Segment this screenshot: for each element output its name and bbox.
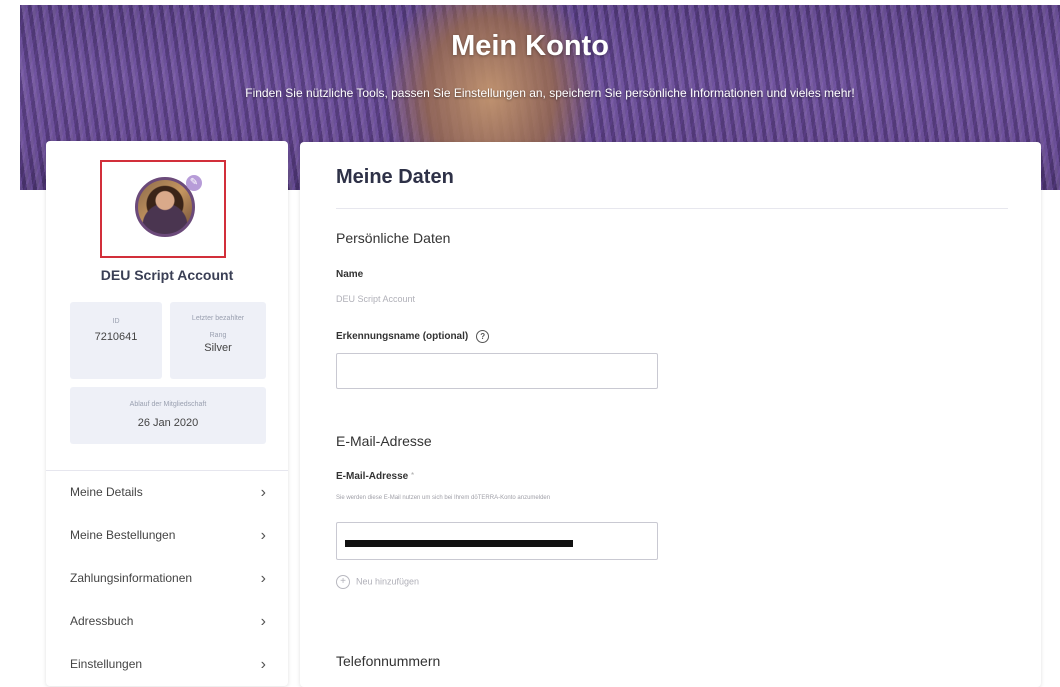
divider — [336, 208, 1008, 209]
edit-icon[interactable]: ✎ — [186, 175, 202, 191]
sidebar-item-meine-details[interactable]: Meine Details › — [46, 471, 288, 514]
required-mark: * — [411, 471, 415, 480]
section-title: Meine Daten — [336, 166, 454, 188]
email-heading: E-Mail-Adresse — [336, 433, 432, 449]
account-menu: Meine Details › Meine Bestellungen › Zah… — [46, 470, 288, 686]
id-label: ID — [112, 318, 120, 325]
sidebar-item-einstellungen[interactable]: Einstellungen › — [46, 643, 288, 686]
email-label-text: E-Mail-Adresse — [336, 471, 409, 482]
expiry-value: 26 Jan 2020 — [137, 417, 199, 429]
chevron-right-icon: › — [260, 527, 266, 544]
phone-heading: Telefonnummern — [336, 653, 441, 669]
email-label: E-Mail-Adresse * — [336, 471, 414, 482]
expiry-label: Ablauf der Mitgliedschaft — [129, 401, 207, 408]
sidebar-item-meine-bestellungen[interactable]: Meine Bestellungen › — [46, 514, 288, 557]
personal-data-heading: Persönliche Daten — [336, 230, 451, 246]
sidebar-item-label: Zahlungsinformationen — [70, 571, 193, 585]
sidebar-item-adressbuch[interactable]: Adressbuch › — [46, 600, 288, 643]
email-field[interactable] — [336, 522, 658, 560]
sidebar-item-label: Adressbuch — [70, 614, 134, 628]
rank-value: Silver — [204, 342, 232, 354]
sidebar-item-label: Einstellungen — [70, 657, 143, 671]
nickname-label-text: Erkennungsname (optional) — [336, 331, 469, 343]
my-data-card: Meine Daten Persönliche Daten Name DEU S… — [300, 142, 1041, 687]
redacted-email — [345, 540, 573, 547]
id-box: ID 7210641 — [70, 302, 162, 379]
rank-label-2: Rang — [209, 332, 227, 339]
name-value: DEU Script Account — [336, 294, 416, 304]
expiry-box: Ablauf der Mitgliedschaft 26 Jan 2020 — [70, 387, 266, 444]
chevron-right-icon: › — [260, 484, 266, 501]
chevron-right-icon: › — [260, 570, 266, 587]
nickname-input[interactable] — [336, 353, 658, 389]
nickname-label: Erkennungsname (optional)? — [336, 330, 490, 343]
sidebar-item-label: Meine Details — [70, 485, 143, 499]
page-title: Mein Konto — [451, 30, 609, 62]
rank-label-1: Letzter bezahlter — [191, 315, 245, 322]
account-name: DEU Script Account — [100, 267, 234, 283]
name-label: Name — [336, 269, 364, 280]
rank-box: Letzter bezahlter Rang Silver — [170, 302, 266, 379]
sidebar-item-label: Meine Bestellungen — [70, 528, 176, 542]
avatar-highlight: ✎ — [100, 160, 226, 258]
help-icon[interactable]: ? — [476, 330, 490, 343]
email-hint: Sie werden diese E-Mail nutzen um sich b… — [336, 495, 551, 501]
add-email-label: Neu hinzufügen — [356, 576, 420, 587]
chevron-right-icon: › — [260, 656, 266, 673]
id-value: 7210641 — [94, 331, 138, 343]
page-subtitle: Finden Sie nützliche Tools, passen Sie E… — [245, 86, 855, 100]
chevron-right-icon: › — [260, 613, 266, 630]
profile-card: ✎ DEU Script Account ID 7210641 Letzter … — [46, 141, 288, 686]
plus-circle-icon: + — [336, 575, 350, 589]
sidebar-item-zahlungsinformationen[interactable]: Zahlungsinformationen › — [46, 557, 288, 600]
add-email-link[interactable]: + Neu hinzufügen — [336, 575, 419, 589]
